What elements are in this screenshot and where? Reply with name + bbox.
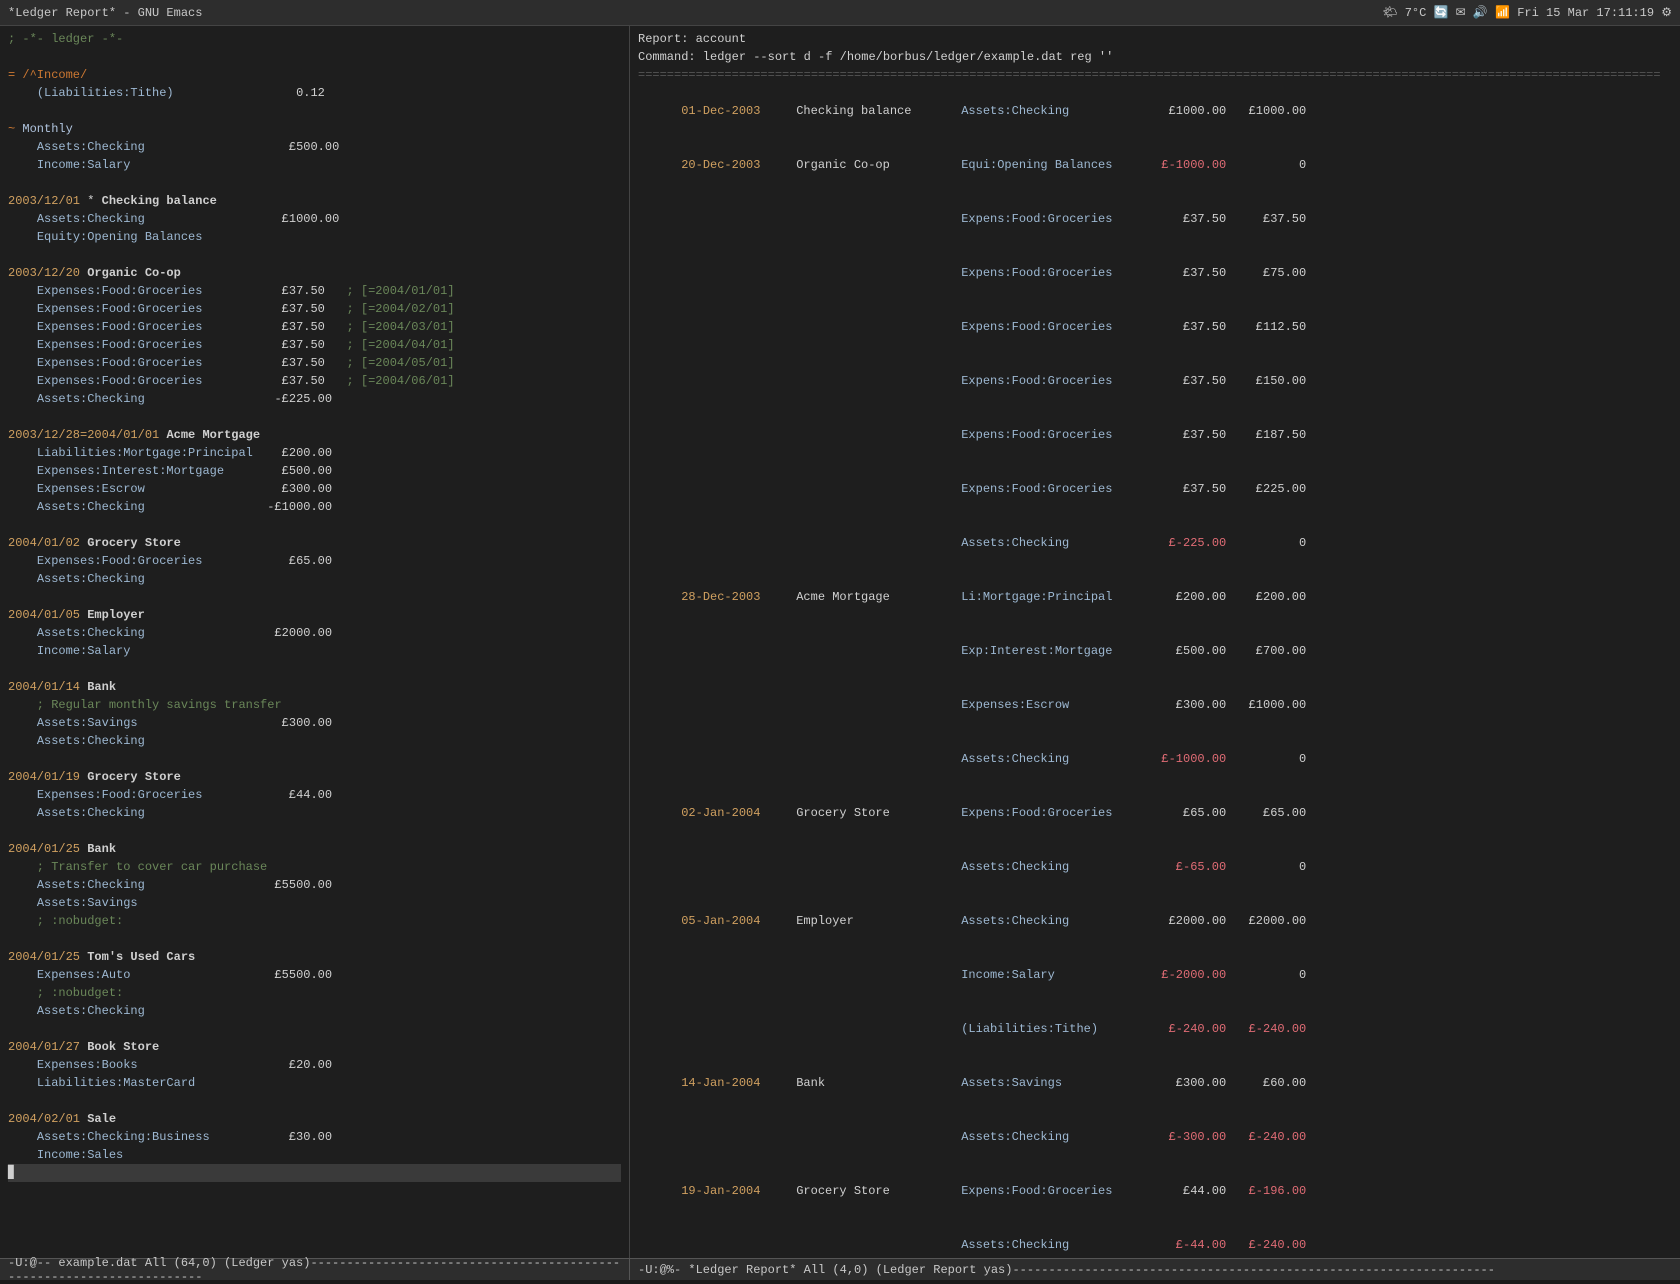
report-row: Expens:Food:Groceries£37.50£37.50 xyxy=(638,192,1672,246)
line-assets-checking-1000: Assets:Checking £1000.00 xyxy=(8,210,621,228)
report-command: Command: ledger --sort d -f /home/borbus… xyxy=(638,48,1672,66)
line-txn-20031228: 2003/12/28=2004/01/01 Acme Mortgage xyxy=(8,426,621,444)
line-groceries-65: Expenses:Food:Groceries £65.00 xyxy=(8,552,621,570)
line-txn-20040114: 2004/01/14 Bank xyxy=(8,678,621,696)
report-row: Assets:Checking£-44.00£-240.00 xyxy=(638,1218,1672,1258)
line-monthly: ~ Monthly xyxy=(8,120,621,138)
left-pane: ; -*- ledger -*- = /^Income/ (Liabilitie… xyxy=(0,26,630,1258)
report-row: Assets:Checking£-1000.000 xyxy=(638,732,1672,786)
line-income-sales: Income:Sales xyxy=(8,1146,621,1164)
line-assets-checking-2000: Assets:Checking £2000.00 xyxy=(8,624,621,642)
line-assets-checking-monthly: Assets:Checking £500.00 xyxy=(8,138,621,156)
line-car-comment: ; Transfer to cover car purchase xyxy=(8,858,621,876)
status-bar: -U:@-- example.dat All (64,0) (Ledger ya… xyxy=(0,1258,1680,1280)
line-income-salary2: Income:Salary xyxy=(8,642,621,660)
report-divider: ========================================… xyxy=(638,66,1672,84)
system-info: 🌤 7°C 🔄 ✉ 🔊 📶 Fri 15 Mar 17:11:19 ⚙ xyxy=(1382,5,1672,20)
report-row: 05-Jan-2004EmployerAssets:Checking£2000.… xyxy=(638,894,1672,948)
line-savings-comment: ; Regular monthly savings transfer xyxy=(8,696,621,714)
report-row: Expenses:Escrow£300.00£1000.00 xyxy=(638,678,1672,732)
line-txn-20040127: 2004/01/27 Book Store xyxy=(8,1038,621,1056)
status-right: -U:@%- *Ledger Report* All (4,0) (Ledger… xyxy=(630,1259,1680,1280)
report-row: Expens:Food:Groceries£37.50£112.50 xyxy=(638,300,1672,354)
line-assets-checking-g: Assets:Checking xyxy=(8,570,621,588)
line-expenses-books: Expenses:Books £20.00 xyxy=(8,1056,621,1074)
line-eq-income: = /^Income/ xyxy=(8,66,621,84)
report-row: Expens:Food:Groceries£37.50£225.00 xyxy=(638,462,1672,516)
line-equity-opening: Equity:Opening Balances xyxy=(8,228,621,246)
line-comment-ledger: ; -*- ledger -*- xyxy=(8,30,621,48)
line-expenses-auto: Expenses:Auto £5500.00 xyxy=(8,966,621,984)
report-row: Assets:Checking£-65.000 xyxy=(638,840,1672,894)
report-row: Exp:Interest:Mortgage£500.00£700.00 xyxy=(638,624,1672,678)
right-pane: Report: account Command: ledger --sort d… xyxy=(630,26,1680,1258)
report-row: 01-Dec-2003Checking balanceAssets:Checki… xyxy=(638,84,1672,138)
line-txn-20040201: 2004/02/01 Sale xyxy=(8,1110,621,1128)
report-row: (Liabilities:Tithe)£-240.00£-240.00 xyxy=(638,1002,1672,1056)
line-escrow: Expenses:Escrow £300.00 xyxy=(8,480,621,498)
line-cursor: ▋ xyxy=(8,1164,621,1182)
report-row: Expens:Food:Groceries£37.50£187.50 xyxy=(638,408,1672,462)
line-groceries-3: Expenses:Food:Groceries £37.50 ; [=2004/… xyxy=(8,318,621,336)
report-row: Expens:Food:Groceries£37.50£150.00 xyxy=(638,354,1672,408)
status-left: -U:@-- example.dat All (64,0) (Ledger ya… xyxy=(0,1259,630,1280)
line-assets-savings-300: Assets:Savings £300.00 xyxy=(8,714,621,732)
line-txn-20040102: 2004/01/02 Grocery Store xyxy=(8,534,621,552)
report-row: 28-Dec-2003Acme MortgageLi:Mortgage:Prin… xyxy=(638,570,1672,624)
line-groceries-4: Expenses:Food:Groceries £37.50 ; [=2004/… xyxy=(8,336,621,354)
line-txn-20031201: 2003/12/01 * Checking balance xyxy=(8,192,621,210)
line-nobudget1: ; :nobudget: xyxy=(8,912,621,930)
report-row: Expens:Food:Groceries£37.50£75.00 xyxy=(638,246,1672,300)
line-groceries-2: Expenses:Food:Groceries £37.50 ; [=2004/… xyxy=(8,300,621,318)
line-liabilities-mastercard: Liabilities:MasterCard xyxy=(8,1074,621,1092)
line-interest-mortgage: Expenses:Interest:Mortgage £500.00 xyxy=(8,462,621,480)
line-txn-20040125cars: 2004/01/25 Tom's Used Cars xyxy=(8,948,621,966)
line-txn-20031220: 2003/12/20 Organic Co-op xyxy=(8,264,621,282)
line-assets-checking-neg225: Assets:Checking -£225.00 xyxy=(8,390,621,408)
report-row: 02-Jan-2004Grocery StoreExpens:Food:Groc… xyxy=(638,786,1672,840)
line-liabilities-tithe: (Liabilities:Tithe) 0.12 xyxy=(8,84,621,102)
line-assets-checking-g2: Assets:Checking xyxy=(8,804,621,822)
line-mortgage-principal: Liabilities:Mortgage:Principal £200.00 xyxy=(8,444,621,462)
report-row: 14-Jan-2004BankAssets:Savings£300.00£60.… xyxy=(638,1056,1672,1110)
line-txn-20040119: 2004/01/19 Grocery Store xyxy=(8,768,621,786)
line-groceries-6: Expenses:Food:Groceries £37.50 ; [=2004/… xyxy=(8,372,621,390)
report-row: Assets:Checking£-300.00£-240.00 xyxy=(638,1110,1672,1164)
line-groceries-1: Expenses:Food:Groceries £37.50 ; [=2004/… xyxy=(8,282,621,300)
line-txn-20040105: 2004/01/05 Employer xyxy=(8,606,621,624)
line-assets-checking-b: Assets:Checking xyxy=(8,732,621,750)
report-row: 20-Dec-2003Organic Co-opEqui:Opening Bal… xyxy=(638,138,1672,192)
line-groceries-5: Expenses:Food:Groceries £37.50 ; [=2004/… xyxy=(8,354,621,372)
report-row: Income:Salary£-2000.000 xyxy=(638,948,1672,1002)
line-income-salary: Income:Salary xyxy=(8,156,621,174)
line-assets-savings: Assets:Savings xyxy=(8,894,621,912)
line-txn-20040125bank: 2004/01/25 Bank xyxy=(8,840,621,858)
report-row: 19-Jan-2004Grocery StoreExpens:Food:Groc… xyxy=(638,1164,1672,1218)
line-nobudget2: ; :nobudget: xyxy=(8,984,621,1002)
line-assets-checking-5500: Assets:Checking £5500.00 xyxy=(8,876,621,894)
report-row: Assets:Checking£-225.000 xyxy=(638,516,1672,570)
report-header-label: Report: account xyxy=(638,30,1672,48)
title-bar: *Ledger Report* - GNU Emacs 🌤 7°C 🔄 ✉ 🔊 … xyxy=(0,0,1680,26)
line-assets-checking-c: Assets:Checking xyxy=(8,1002,621,1020)
window-title: *Ledger Report* - GNU Emacs xyxy=(8,6,202,20)
line-checking-business: Assets:Checking:Business £30.00 xyxy=(8,1128,621,1146)
line-assets-checking-neg1000: Assets:Checking -£1000.00 xyxy=(8,498,621,516)
line-groceries-44: Expenses:Food:Groceries £44.00 xyxy=(8,786,621,804)
